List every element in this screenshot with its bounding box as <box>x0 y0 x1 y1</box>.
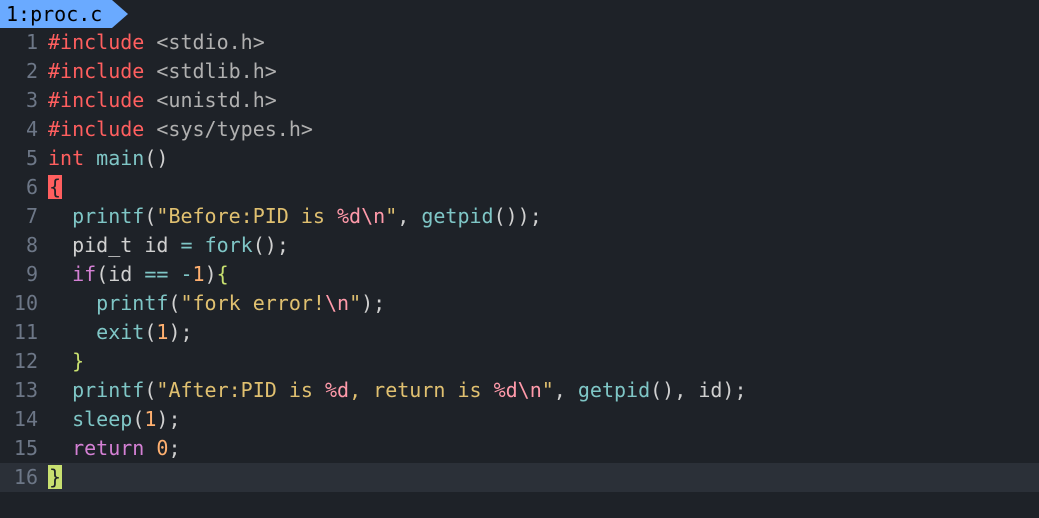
line-number: 15 <box>0 434 48 463</box>
tab-filename: proc.c <box>30 0 102 29</box>
line-number: 7 <box>0 202 48 231</box>
tab-index: 1 <box>6 0 18 29</box>
brace-close-cursor: } <box>48 465 62 489</box>
code-line: 6 { <box>0 173 1039 202</box>
line-number: 11 <box>0 318 48 347</box>
code-line: 12 } <box>0 347 1039 376</box>
code-line: 5 int main() <box>0 144 1039 173</box>
code-line: 7 printf("Before:PID is %d\n", getpid())… <box>0 202 1039 231</box>
line-number: 16 <box>0 463 48 492</box>
code-line-current: 16 } <box>0 463 1039 492</box>
tab-proc-c[interactable]: 1: proc.c <box>0 0 112 28</box>
line-number: 4 <box>0 115 48 144</box>
line-number: 9 <box>0 260 48 289</box>
line-number: 6 <box>0 173 48 202</box>
line-number: 13 <box>0 376 48 405</box>
code-line: 1 #include <stdio.h> <box>0 28 1039 57</box>
code-line: 10 printf("fork error!\n"); <box>0 289 1039 318</box>
line-number: 14 <box>0 405 48 434</box>
line-number: 5 <box>0 144 48 173</box>
editor[interactable]: 1 #include <stdio.h> 2 #include <stdlib.… <box>0 28 1039 492</box>
line-number: 10 <box>0 289 48 318</box>
code-line: 11 exit(1); <box>0 318 1039 347</box>
tab-bar: 1: proc.c <box>0 0 1039 28</box>
code-line: 9 if(id == -1){ <box>0 260 1039 289</box>
brace-open-highlight: { <box>48 175 62 199</box>
line-number: 1 <box>0 28 48 57</box>
code-line: 14 sleep(1); <box>0 405 1039 434</box>
line-number: 2 <box>0 57 48 86</box>
line-number: 12 <box>0 347 48 376</box>
code-line: 4 #include <sys/types.h> <box>0 115 1039 144</box>
code-line: 3 #include <unistd.h> <box>0 86 1039 115</box>
line-number: 8 <box>0 231 48 260</box>
code-line: 2 #include <stdlib.h> <box>0 57 1039 86</box>
line-number: 3 <box>0 86 48 115</box>
code-line: 8 pid_t id = fork(); <box>0 231 1039 260</box>
code-line: 13 printf("After:PID is %d, return is %d… <box>0 376 1039 405</box>
code-line: 15 return 0; <box>0 434 1039 463</box>
